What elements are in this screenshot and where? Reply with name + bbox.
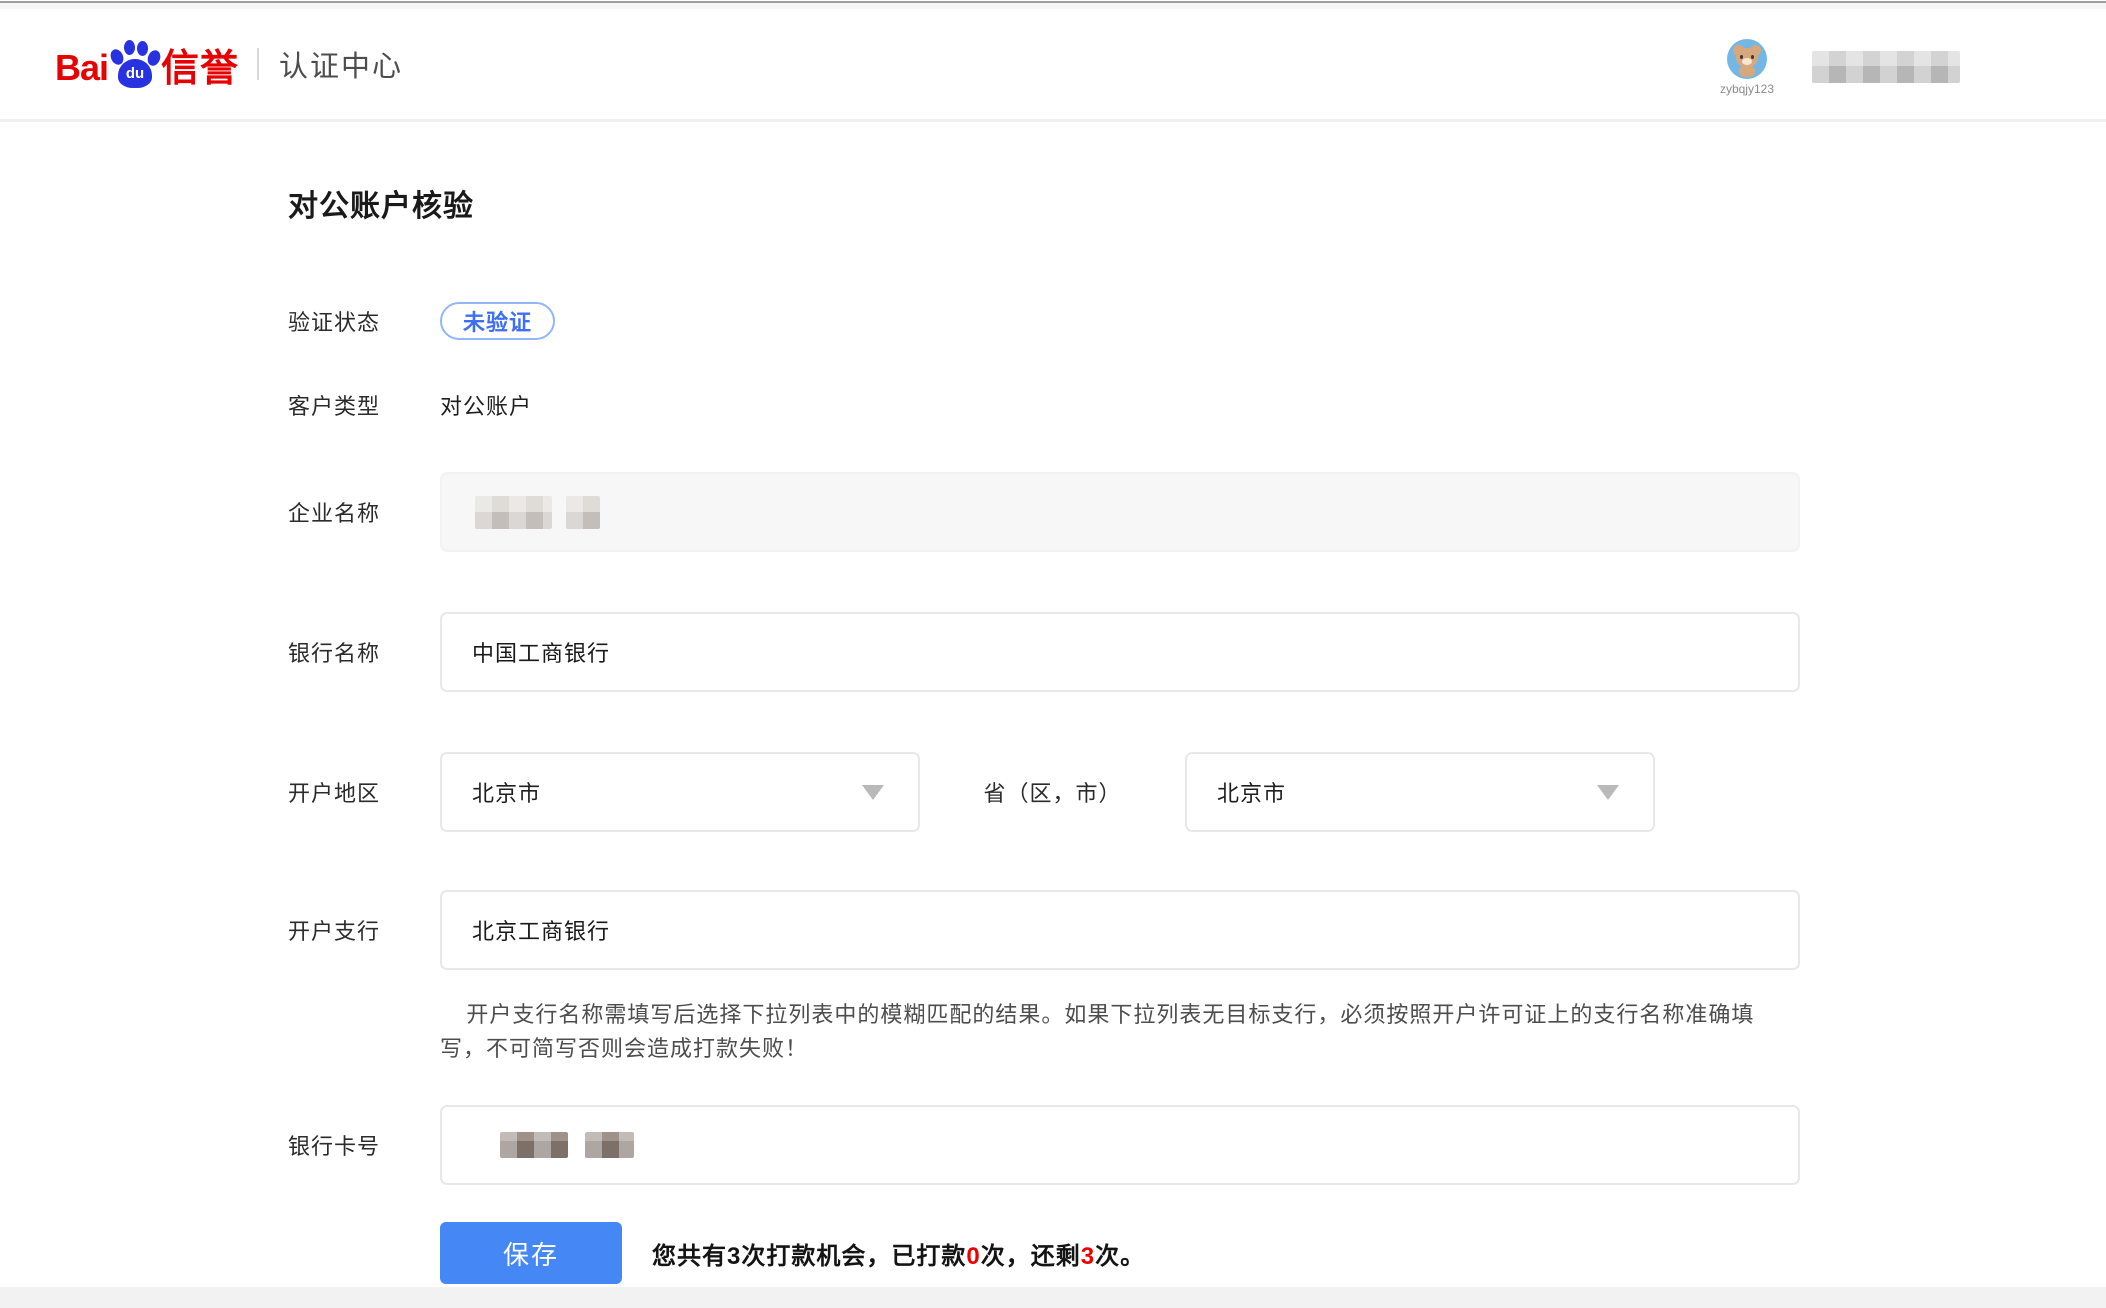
header: Bai du 信誉 认证中心 zybqjy123	[0, 9, 2106, 122]
form-row-save: 保存 您共有3次打款机会，已打款0次，还剩3次。	[288, 1222, 1800, 1284]
logo-text-xinyu: 信誉	[161, 50, 239, 88]
header-divider	[257, 48, 259, 80]
username: zybqjy123	[1720, 82, 1774, 96]
chevron-down-icon	[1597, 785, 1619, 800]
customer-type-label: 客户类型	[288, 389, 440, 421]
logo-text-du: du	[126, 65, 144, 82]
card-number-label: 银行卡号	[288, 1129, 440, 1161]
baidu-xinyu-logo[interactable]: Bai du 信誉	[55, 40, 239, 88]
redacted-company-name-part1	[475, 496, 552, 529]
branch-input[interactable]	[440, 890, 1800, 970]
attempts-middle: 次，还剩	[981, 1243, 1081, 1270]
region-province-value: 北京市	[472, 776, 541, 808]
form-row-card-number: 银行卡号	[288, 1105, 1800, 1185]
customer-type-value: 对公账户	[440, 389, 532, 421]
company-name-input	[440, 472, 1800, 552]
status-badge: 未验证	[440, 302, 555, 340]
baidu-paw-icon: du	[110, 40, 160, 88]
avatar[interactable]	[1727, 39, 1767, 79]
branch-note: 开户支行名称需填写后选择下拉列表中的模糊匹配的结果。如果下拉列表无目标支行，必须…	[440, 998, 1800, 1066]
bank-name-label: 银行名称	[288, 636, 440, 668]
form-row-customer-type: 客户类型 对公账户	[288, 390, 1800, 420]
redacted-company-name-part2	[566, 496, 600, 529]
company-name-label: 企业名称	[288, 496, 440, 528]
redacted-card-number-part1	[500, 1132, 568, 1158]
browser-top-edge	[0, 0, 2106, 9]
chevron-down-icon	[862, 785, 884, 800]
redacted-account-name	[1812, 51, 1960, 83]
region-middle-label: 省（区，市）	[920, 776, 1185, 808]
form-row-branch: 开户支行	[288, 890, 1800, 970]
attempts-used-count: 0	[966, 1243, 980, 1270]
logo-text-bai: Bai	[55, 50, 108, 88]
attempts-suffix: 次。	[1095, 1243, 1145, 1270]
transfer-attempts-text: 您共有3次打款机会，已打款0次，还剩3次。	[652, 1236, 1145, 1271]
redacted-card-number-part2	[585, 1132, 634, 1158]
region-city-value: 北京市	[1217, 776, 1286, 808]
attempts-prefix: 您共有3次打款机会，已打款	[652, 1243, 966, 1270]
page-title: 对公账户核验	[288, 186, 2106, 228]
status-label: 验证状态	[288, 305, 440, 337]
branch-label: 开户支行	[288, 914, 440, 946]
save-button[interactable]: 保存	[440, 1222, 622, 1284]
region-city-select[interactable]: 北京市	[1185, 752, 1655, 832]
region-label: 开户地区	[288, 776, 440, 808]
form-row-region: 开户地区 北京市 省（区，市） 北京市	[288, 752, 1800, 832]
form-row-status: 验证状态 未验证	[288, 302, 1800, 340]
form-row-bank-name: 银行名称	[288, 612, 1800, 692]
user-avatar-block[interactable]: zybqjy123	[1720, 39, 1774, 96]
card-number-input[interactable]	[440, 1105, 1800, 1185]
attempts-remaining-count: 3	[1081, 1243, 1095, 1270]
bank-name-input[interactable]	[440, 612, 1800, 692]
user-area: zybqjy123	[1720, 39, 1960, 96]
footer-strip	[0, 1287, 2106, 1308]
form-row-company-name: 企业名称	[288, 472, 1800, 552]
header-title: 认证中心	[279, 43, 403, 85]
region-province-select[interactable]: 北京市	[440, 752, 920, 832]
